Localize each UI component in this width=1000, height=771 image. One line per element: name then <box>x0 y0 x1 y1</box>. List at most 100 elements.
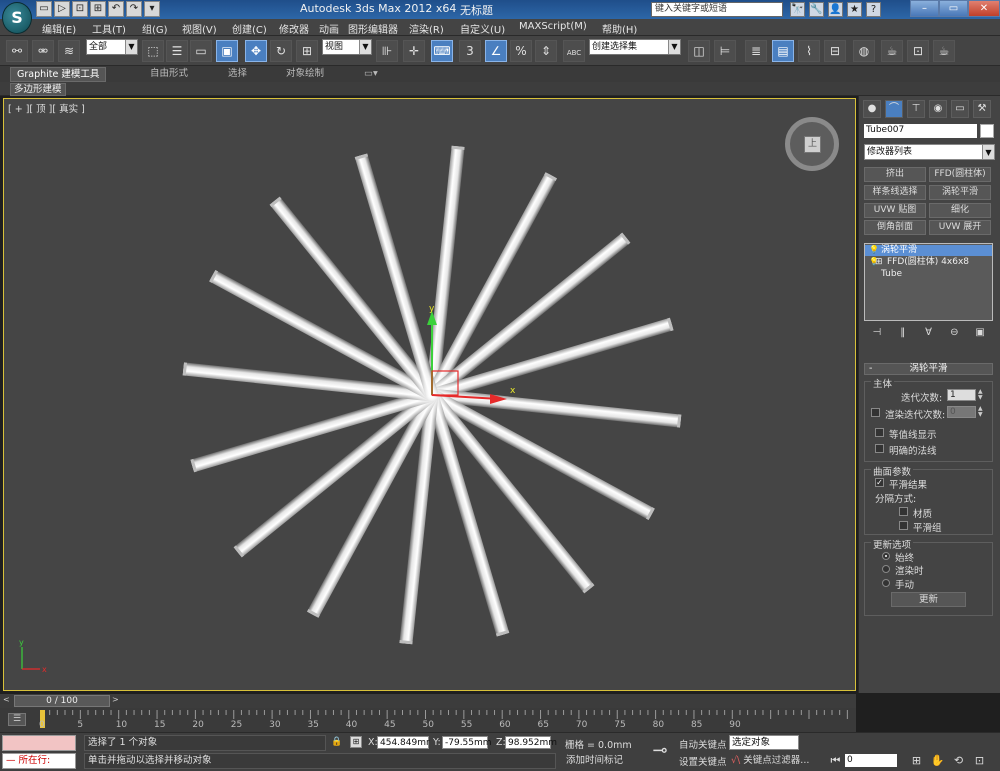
configure-sets-icon[interactable]: ▣ <box>972 326 988 340</box>
app-logo-icon[interactable]: S <box>2 2 32 34</box>
object-color-swatch[interactable] <box>980 124 994 138</box>
mirror-icon[interactable]: ◫ <box>688 40 710 62</box>
rollout-header-turbosmooth[interactable]: - 涡轮平滑 <box>864 363 993 375</box>
unlink-icon[interactable]: ⚮ <box>32 40 54 62</box>
stack-item-ffd[interactable]: 💡 ⊞ FFD(圆柱体) 4x6x8 <box>865 257 992 268</box>
search-input[interactable]: 键入关键字或短语 <box>651 2 783 17</box>
stack-item-tube[interactable]: Tube <box>865 269 992 280</box>
zoom-extents-icon[interactable]: ⊞ <box>909 753 924 768</box>
go-to-start-icon[interactable]: ⏮ <box>828 753 843 768</box>
bind-spacewarp-icon[interactable]: ≋ <box>58 40 80 62</box>
new-file-button[interactable]: ▭ <box>36 1 52 17</box>
link-icon[interactable]: ⚯ <box>6 40 28 62</box>
edit-named-selection-icon[interactable]: ABC <box>563 40 585 62</box>
spinner-arrows-icon[interactable]: ▲ ▼ <box>978 389 985 401</box>
wrench-icon[interactable]: 🔧 <box>809 2 824 17</box>
select-object-icon[interactable]: ⬚ <box>142 40 164 62</box>
ribbon-tab-freeform[interactable]: 自由形式 <box>144 67 194 82</box>
curve-editor-icon[interactable]: ⌇ <box>798 40 820 62</box>
scene-canvas[interactable]: y x y x <box>4 99 856 691</box>
mod-button-bevel-profile[interactable]: 倒角剖面 <box>864 220 926 235</box>
close-button[interactable]: ✕ <box>968 0 1000 17</box>
mod-button-extrude[interactable]: 挤出 <box>864 167 926 182</box>
current-frame-field[interactable]: 0 <box>845 754 897 767</box>
render-setup-icon[interactable]: ☕ <box>881 40 903 62</box>
modifier-stack[interactable]: 💡 涡轮平滑 💡 ⊞ FFD(圆柱体) 4x6x8 Tube <box>864 243 993 321</box>
viewcube-top-face[interactable]: 上 <box>804 136 821 153</box>
schematic-view-icon[interactable]: ⊟ <box>824 40 846 62</box>
always-radio[interactable] <box>882 552 890 560</box>
y-coord-field[interactable]: -79.55mm <box>442 736 492 749</box>
materials-checkbox[interactable] <box>899 507 908 516</box>
star-icon[interactable]: ★ <box>847 2 862 17</box>
menu-edit[interactable]: 编辑(E) <box>42 21 76 36</box>
graphite-toggle-icon[interactable]: ▤ <box>772 40 794 62</box>
tube-spoke-body[interactable] <box>233 389 437 558</box>
quick-access-dropdown[interactable]: ▾ <box>144 1 160 17</box>
layer-manager-icon[interactable]: ≣ <box>745 40 767 62</box>
reference-coord-dropdown[interactable]: 视图 ▼ <box>322 39 372 55</box>
create-tab-sphere-icon[interactable]: ● <box>863 100 881 118</box>
time-slider-thumb[interactable]: 0 / 100 <box>14 695 110 707</box>
remove-modifier-icon[interactable]: ⊖ <box>946 326 962 340</box>
rendered-frame-icon[interactable]: ⊡ <box>907 40 929 62</box>
viewport-top[interactable]: [ + ][ 顶 ][ 真实 ] y x y x <box>3 98 856 691</box>
mod-button-spline-select[interactable]: 样条线选择 <box>864 185 926 200</box>
key-filters-button[interactable]: √\ 关键点过滤器... <box>731 753 809 768</box>
user-icon[interactable]: 👤 <box>828 2 843 17</box>
save-file-button[interactable]: ⊡ <box>72 1 88 17</box>
make-unique-icon[interactable]: ∀ <box>920 326 936 340</box>
lock-selection-icon[interactable]: 🔒 <box>331 737 342 747</box>
tube-spoke[interactable] <box>233 389 437 558</box>
explicit-normals-checkbox[interactable] <box>875 444 884 453</box>
maximize-viewport-icon[interactable]: ⊡ <box>972 753 987 768</box>
menu-modifiers[interactable]: 修改器 <box>279 21 309 36</box>
set-key-button[interactable]: 设置关键点 <box>679 754 727 768</box>
angle-snap-icon[interactable]: ∠ <box>485 40 507 62</box>
minimize-button[interactable]: – <box>910 0 939 17</box>
project-folder-button[interactable]: ⊞ <box>90 1 106 17</box>
menu-rendering[interactable]: 渲染(R) <box>409 21 444 36</box>
menu-maxscript[interactable]: MAXScript(M) <box>519 21 587 32</box>
time-slider-next-button[interactable]: > <box>112 695 122 707</box>
hierarchy-tab-icon[interactable]: ⊤ <box>907 100 925 118</box>
spinner-snap-icon[interactable]: ⇕ <box>535 40 557 62</box>
tube-spoke-body[interactable] <box>269 196 438 400</box>
help-icon[interactable]: ? <box>866 2 881 17</box>
smooth-result-checkbox[interactable]: ✓ <box>875 478 884 487</box>
mod-button-unwrap-uvw[interactable]: UVW 展开 <box>929 220 991 235</box>
named-selection-dropdown[interactable]: 创建选择集 ▼ <box>589 39 681 55</box>
menu-animation[interactable]: 动画 <box>319 21 339 36</box>
update-button[interactable]: 更新 <box>891 592 966 607</box>
viewcube[interactable]: 上 <box>785 117 839 171</box>
orbit-icon[interactable]: ⟲ <box>951 753 966 768</box>
menu-help[interactable]: 帮助(H) <box>602 21 637 36</box>
time-slider-prev-button[interactable]: < <box>3 695 13 707</box>
object-name-field[interactable]: Tube007 <box>864 124 977 138</box>
percent-snap-icon[interactable]: % <box>510 40 532 62</box>
select-rotate-icon[interactable]: ↻ <box>270 40 292 62</box>
ribbon-tab-selection[interactable]: 选择 <box>222 67 253 82</box>
auto-key-button[interactable]: 自动关键点 <box>679 737 727 751</box>
key-icon[interactable]: ⊸ <box>646 738 674 764</box>
material-editor-icon[interactable]: ◍ <box>853 40 875 62</box>
menu-graph-editors[interactable]: 图形编辑器 <box>348 21 398 36</box>
mod-button-ffd-cyl[interactable]: FFD(圆柱体) <box>929 167 991 182</box>
pan-hand-icon[interactable]: ✋ <box>930 753 945 768</box>
motion-tab-icon[interactable]: ◉ <box>929 100 947 118</box>
display-tab-icon[interactable]: ▭ <box>951 100 969 118</box>
menu-views[interactable]: 视图(V) <box>182 21 217 36</box>
key-set-dropdown[interactable]: 选定对象 <box>729 735 799 750</box>
pivot-center-icon[interactable]: ⊪ <box>376 40 398 62</box>
ribbon-options-icon[interactable]: ▭▾ <box>358 67 384 82</box>
select-manipulate-icon[interactable]: ✛ <box>403 40 425 62</box>
add-time-tag-button[interactable]: 添加时间标记 <box>562 754 637 768</box>
ribbon-tab-graphite[interactable]: Graphite 建模工具 <box>10 67 107 82</box>
maxscript-listener-bottom[interactable]: — 所在行: <box>2 753 76 769</box>
undo-button[interactable]: ↶ <box>108 1 124 17</box>
tube-spoke[interactable] <box>426 390 595 594</box>
maximize-button[interactable]: ▭ <box>939 0 968 17</box>
menu-create[interactable]: 创建(C) <box>232 21 267 36</box>
mod-button-tessellate[interactable]: 细化 <box>929 203 991 218</box>
tube-spoke[interactable] <box>269 196 438 400</box>
